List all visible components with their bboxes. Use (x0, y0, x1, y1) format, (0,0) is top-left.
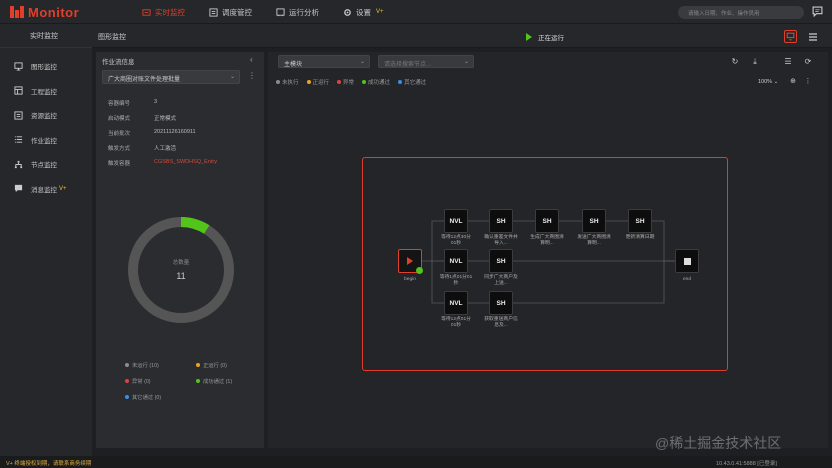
flow-node-sh[interactable]: SH (628, 209, 652, 233)
flow-edge (652, 220, 675, 262)
end-label: end (682, 277, 691, 282)
flow-node-label: 等待12点30分01秒 (441, 235, 471, 246)
flow-edges (422, 220, 675, 304)
server-info: 10.43.0.41:5888 [已登录] (716, 461, 777, 467)
flow-node-label: 等待12点01分01秒 (441, 317, 471, 328)
flow-node-label: 获取重送商户信息及... (484, 317, 518, 328)
flow-node-nvl[interactable]: NVL (444, 291, 468, 315)
end-node[interactable] (675, 249, 699, 273)
begin-label: begin (404, 277, 416, 282)
flow-node-label: 同步广大商户及上送... (484, 275, 518, 286)
flow-node-sh[interactable]: SH (489, 209, 513, 233)
stop-icon (683, 257, 691, 265)
flow-node-sh[interactable]: SH (489, 291, 513, 315)
flow-node-label: 更新清算日期 (625, 235, 655, 240)
flow-node-sh[interactable]: SH (535, 209, 559, 233)
flow-node-label: 等待1点01分01秒 (439, 275, 473, 286)
success-dot (416, 267, 423, 274)
watermark: @稀土掘金技术社区 (655, 435, 782, 451)
flow-edge (513, 261, 665, 304)
flow-node-label: 生成广大商圈清算明... (530, 235, 564, 246)
license-warning: V+ 终端授权到期，请联系商务续期 (6, 461, 92, 467)
flow-node-sh[interactable]: SH (582, 209, 606, 233)
flow-node-label: 确认重差文件并导入... (484, 235, 518, 246)
flow-node-sh[interactable]: SH (489, 249, 513, 273)
play-icon (407, 257, 413, 265)
flow-node-label: 发送广大商圈清算明... (577, 235, 611, 246)
flow-node-nvl[interactable]: NVL (444, 249, 468, 273)
status-footer: V+ 终端授权到期，请联系商务续期 10.43.0.41:5888 [已登录] (0, 456, 832, 468)
flow-node-nvl[interactable]: NVL (444, 209, 468, 233)
app-root: Monitor 实时监控 调度管控 运行分析 设置 V+ 请输入日期、作业、操作… (0, 0, 832, 468)
